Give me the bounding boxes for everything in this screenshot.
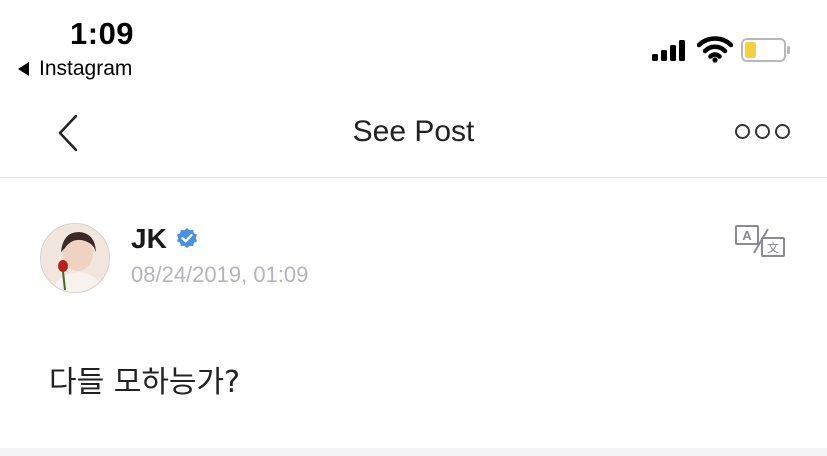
post-text: 다들 모하능가? <box>49 365 241 400</box>
post-timestamp: 08/24/2019, 01:09 <box>131 262 309 287</box>
battery-icon <box>741 38 790 62</box>
verified-badge-icon <box>176 228 197 248</box>
translate-icon[interactable]: A 文 <box>735 225 785 257</box>
back-to-app-link[interactable]: Instagram <box>18 57 132 81</box>
svg-text:文: 文 <box>767 240 779 255</box>
back-triangle-icon <box>18 62 29 76</box>
avatar-image <box>41 224 109 292</box>
back-app-label: Instagram <box>39 57 133 80</box>
avatar[interactable] <box>40 223 110 293</box>
status-time: 1:09 <box>70 16 135 51</box>
wifi-icon <box>697 36 733 63</box>
author-name[interactable]: JK <box>131 223 167 255</box>
more-options-icon[interactable] <box>735 124 790 139</box>
battery-fill <box>745 42 756 58</box>
author-row: JK <box>131 223 199 255</box>
cellular-signal-icon <box>652 39 685 61</box>
section-separator <box>0 448 827 456</box>
page-title: See Post <box>352 115 475 148</box>
svg-text:A: A <box>742 228 752 243</box>
header-divider <box>0 177 827 178</box>
